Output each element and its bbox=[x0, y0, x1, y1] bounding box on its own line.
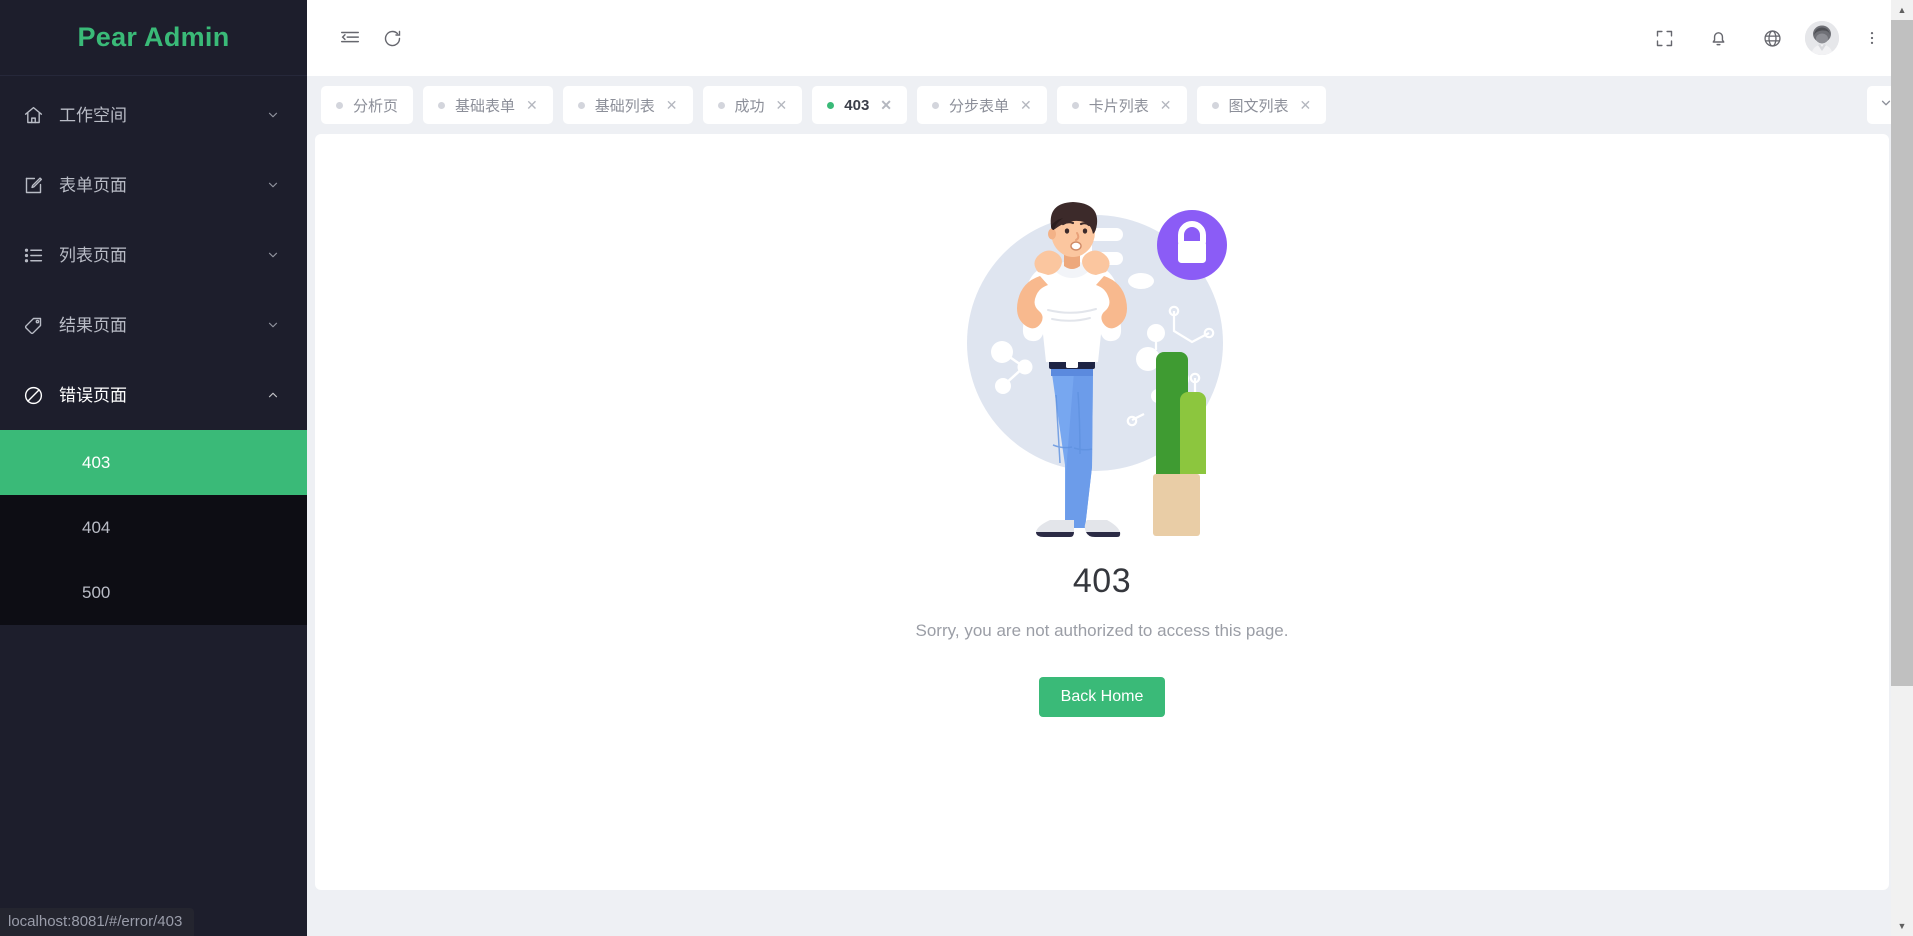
list-icon bbox=[22, 244, 45, 267]
sidebar-item-list-pages[interactable]: 列表页面 bbox=[0, 220, 307, 290]
chevron-down-icon bbox=[266, 248, 280, 262]
tab-status-dot bbox=[577, 101, 585, 109]
sidebar-subitem-500[interactable]: 500 bbox=[0, 560, 307, 625]
status-url: localhost:8081/#/error/403 bbox=[8, 913, 183, 930]
tag-icon bbox=[22, 314, 45, 337]
error-code: 403 bbox=[1072, 562, 1132, 600]
tab-close-icon[interactable]: ✕ bbox=[880, 98, 892, 112]
tab-media-list[interactable]: 图文列表 ✕ bbox=[1196, 86, 1327, 124]
tab-403[interactable]: 403 ✕ bbox=[812, 86, 908, 124]
sidebar-item-result-pages[interactable]: 结果页面 bbox=[0, 290, 307, 360]
tab-close-icon[interactable]: ✕ bbox=[1020, 98, 1032, 112]
sidebar-subitem-label: 404 bbox=[82, 517, 111, 537]
tab-label: 图文列表 bbox=[1228, 97, 1289, 115]
scroll-down-arrow[interactable]: ▼ bbox=[1891, 916, 1913, 936]
app-root: Pear Admin 工作空间 表单页面 列表页面 结果页面 错误页面 403 … bbox=[0, 0, 1913, 936]
sidebar-item-label: 列表页面 bbox=[59, 245, 127, 265]
sidebar-item-form-pages[interactable]: 表单页面 bbox=[0, 150, 307, 220]
sidebar-subitem-403[interactable]: 403 bbox=[0, 430, 307, 495]
tab-card-list[interactable]: 卡片列表 ✕ bbox=[1056, 86, 1187, 124]
tab-status-dot bbox=[336, 101, 343, 109]
tab-close-icon[interactable]: ✕ bbox=[666, 98, 678, 112]
ban-circle-icon bbox=[22, 384, 45, 407]
user-avatar[interactable] bbox=[1805, 21, 1839, 55]
main-area: 分析页 基础表单 ✕ 基础列表 ✕ 成功 ✕ 403 ✕ 分步表单 ✕ 卡片列表… bbox=[307, 0, 1913, 936]
tab-status-dot bbox=[1211, 101, 1219, 109]
tab-status-dot bbox=[1071, 101, 1079, 109]
vertical-scrollbar[interactable]: ▲ ▼ bbox=[1891, 0, 1913, 936]
more-vertical-icon[interactable] bbox=[1851, 17, 1893, 59]
error-card: 403 Sorry, you are not authorized to acc… bbox=[315, 134, 1889, 890]
brand-logo[interactable]: Pear Admin bbox=[0, 0, 307, 76]
tab-basic-list[interactable]: 基础列表 ✕ bbox=[562, 86, 693, 124]
tab-close-icon[interactable]: ✕ bbox=[776, 98, 788, 112]
sidebar-item-label: 表单页面 bbox=[59, 175, 127, 195]
fullscreen-icon[interactable] bbox=[1643, 17, 1685, 59]
chevron-down-icon bbox=[266, 108, 280, 122]
tab-status-dot bbox=[827, 101, 835, 109]
tab-close-icon[interactable]: ✕ bbox=[1160, 98, 1172, 112]
sidebar-submenu-error-pages: 403 404 500 bbox=[0, 430, 307, 625]
scrollbar-track[interactable] bbox=[1891, 20, 1913, 916]
scrollbar-thumb[interactable] bbox=[1891, 20, 1913, 686]
sidebar-item-error-pages[interactable]: 错误页面 bbox=[0, 360, 307, 430]
scroll-up-arrow[interactable]: ▲ bbox=[1891, 0, 1913, 20]
tab-basic-form[interactable]: 基础表单 ✕ bbox=[423, 86, 553, 124]
sidebar-subitem-label: 403 bbox=[82, 452, 111, 472]
tab-status-dot bbox=[717, 101, 725, 109]
tab-label: 分步表单 bbox=[949, 97, 1010, 115]
tab-close-icon[interactable]: ✕ bbox=[526, 98, 538, 112]
tab-label: 403 bbox=[844, 96, 870, 114]
globe-icon[interactable] bbox=[1751, 17, 1793, 59]
top-header bbox=[307, 0, 1913, 76]
tab-analysis[interactable]: 分析页 bbox=[321, 86, 414, 124]
browser-status-bar: localhost:8081/#/error/403 bbox=[0, 908, 195, 936]
chevron-down-icon bbox=[266, 318, 280, 332]
tab-label: 分析页 bbox=[353, 97, 399, 115]
sidebar-item-workspace[interactable]: 工作空间 bbox=[0, 80, 307, 150]
tab-label: 基础表单 bbox=[455, 97, 516, 115]
sidebar-item-label: 错误页面 bbox=[59, 385, 127, 405]
brand-title: Pear Admin bbox=[77, 22, 230, 52]
tab-label: 基础列表 bbox=[594, 97, 655, 115]
menu-fold-icon[interactable] bbox=[329, 17, 371, 59]
sidebar: Pear Admin 工作空间 表单页面 列表页面 结果页面 错误页面 403 … bbox=[0, 0, 307, 936]
tab-status-dot bbox=[932, 101, 940, 109]
sidebar-subitem-404[interactable]: 404 bbox=[0, 495, 307, 560]
tab-label: 卡片列表 bbox=[1088, 97, 1149, 115]
sidebar-subitem-label: 500 bbox=[82, 582, 111, 602]
home-icon bbox=[22, 104, 45, 127]
tab-close-icon[interactable]: ✕ bbox=[1300, 98, 1312, 112]
chevron-up-icon bbox=[266, 388, 280, 402]
sidebar-item-label: 工作空间 bbox=[59, 105, 127, 125]
tab-bar: 分析页 基础表单 ✕ 基础列表 ✕ 成功 ✕ 403 ✕ 分步表单 ✕ 卡片列表… bbox=[307, 76, 1913, 134]
tab-list: 分析页 基础表单 ✕ 基础列表 ✕ 成功 ✕ 403 ✕ 分步表单 ✕ 卡片列表… bbox=[317, 86, 1861, 124]
forbidden-access-illustration bbox=[952, 180, 1252, 540]
bell-icon[interactable] bbox=[1697, 17, 1739, 59]
error-message: Sorry, you are not authorized to access … bbox=[915, 621, 1289, 640]
tab-status-dot bbox=[438, 101, 446, 109]
back-home-button[interactable]: Back Home bbox=[1038, 677, 1166, 717]
sidebar-nav: 工作空间 表单页面 列表页面 结果页面 错误页面 403 404 500 bbox=[0, 76, 307, 625]
chevron-down-icon bbox=[266, 178, 280, 192]
header-actions bbox=[1643, 17, 1893, 59]
refresh-icon[interactable] bbox=[371, 17, 413, 59]
content-wrapper: 403 Sorry, you are not authorized to acc… bbox=[307, 134, 1913, 936]
tab-success[interactable]: 成功 ✕ bbox=[702, 86, 803, 124]
tab-label: 成功 bbox=[734, 97, 765, 115]
sidebar-item-label: 结果页面 bbox=[59, 315, 127, 335]
tab-step-form[interactable]: 分步表单 ✕ bbox=[917, 86, 1047, 124]
edit-square-icon bbox=[22, 174, 45, 197]
